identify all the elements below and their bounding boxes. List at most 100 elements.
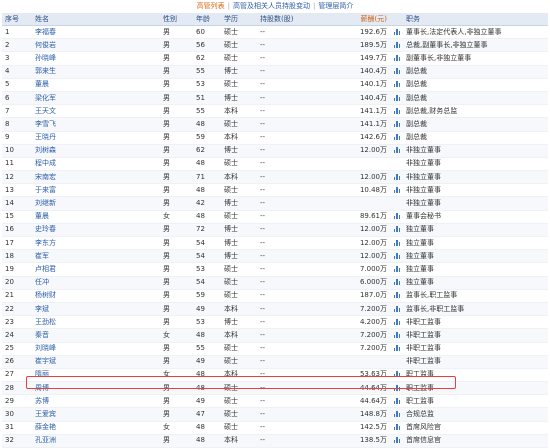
cell-shares: -- — [257, 91, 335, 106]
cell-name[interactable]: 孔亚洲 — [32, 434, 160, 448]
bar-chart-icon[interactable] — [393, 239, 401, 246]
table-row: 6 梁化军男 51 博士 -- 140.4万 副总裁 — [2, 91, 548, 106]
bar-chart-icon[interactable] — [393, 397, 401, 404]
cell-name[interactable]: 王劲松 — [32, 315, 160, 330]
cell-name[interactable]: 董晨 — [32, 210, 160, 224]
bar-chart-icon[interactable] — [393, 226, 401, 233]
cell-age: 48 — [193, 117, 221, 132]
cell-name[interactable]: 周博 — [32, 381, 160, 396]
bar-chart-icon[interactable] — [393, 41, 401, 48]
cell-name[interactable]: 李东方 — [32, 236, 160, 251]
cell-education: 硕士 — [221, 407, 257, 422]
col-header-chart — [391, 13, 403, 26]
cell-name[interactable]: 孙晓峰 — [32, 51, 160, 66]
cell-education: 博士 — [221, 65, 257, 79]
bar-chart-icon[interactable] — [393, 318, 401, 325]
cell-index: 19 — [2, 262, 32, 277]
cell-shares: -- — [257, 210, 335, 224]
cell-name[interactable]: 何俊岩 — [32, 38, 160, 53]
bar-chart-icon[interactable] — [393, 173, 401, 180]
cell-gender: 男 — [160, 183, 193, 198]
col-header-gender: 性别 — [160, 13, 193, 26]
cell-chart — [391, 65, 403, 79]
cell-chart — [391, 51, 403, 66]
bar-chart-icon[interactable] — [393, 186, 401, 193]
cell-position: 监事长,职工监事 — [403, 289, 548, 303]
bar-chart-icon[interactable] — [393, 252, 401, 259]
cell-shares: -- — [257, 223, 335, 238]
cell-index: 26 — [2, 355, 32, 369]
cell-education: 硕士 — [221, 342, 257, 356]
cell-gender: 男 — [160, 117, 193, 132]
bar-chart-icon[interactable] — [393, 120, 401, 127]
cell-name[interactable]: 程中成 — [32, 157, 160, 172]
bar-chart-icon[interactable] — [393, 28, 401, 35]
table-row: 5 董晨男 53 硕士 -- 140.1万 副总裁 — [2, 78, 548, 92]
cell-name[interactable]: 于来富 — [32, 183, 160, 198]
bar-chart-icon[interactable] — [393, 134, 401, 141]
bar-chart-icon[interactable] — [393, 279, 401, 286]
bar-chart-icon[interactable] — [393, 292, 401, 299]
cell-name[interactable]: 王天文 — [32, 104, 160, 119]
cell-name[interactable]: 卢相君 — [32, 262, 160, 277]
bar-chart-icon[interactable] — [393, 81, 401, 88]
cell-name[interactable]: 刘继新 — [32, 196, 160, 211]
cell-name[interactable]: 王爱宾 — [32, 407, 160, 422]
cell-name[interactable]: 李福春 — [32, 25, 160, 40]
cell-age: 59 — [193, 131, 221, 145]
bar-chart-icon[interactable] — [393, 437, 401, 444]
cell-name[interactable]: 李雪飞 — [32, 117, 160, 132]
table-row: 12 宋南宏男 71 本科 -- 12.00万 非独立董事 — [2, 170, 548, 185]
cell-name[interactable]: 李斌 — [32, 302, 160, 317]
bar-chart-icon[interactable] — [393, 147, 401, 154]
cell-name[interactable]: 董晨 — [32, 78, 160, 92]
col-header-salary[interactable]: 薪酬(元) — [335, 13, 391, 26]
bar-chart-icon[interactable] — [393, 305, 401, 312]
cell-education: 硕士 — [221, 289, 257, 303]
cell-name[interactable]: 梁化军 — [32, 91, 160, 106]
cell-shares: -- — [257, 183, 335, 198]
cell-name[interactable]: 崔宇斌 — [32, 355, 160, 369]
cell-name[interactable]: 任冲 — [32, 276, 160, 290]
bar-chart-icon[interactable] — [393, 424, 401, 431]
bar-chart-icon[interactable] — [393, 54, 401, 61]
cell-age: 48 — [193, 157, 221, 172]
cell-name[interactable]: 郭来生 — [32, 65, 160, 79]
cell-chart — [391, 170, 403, 185]
cell-name[interactable]: 刘晓峰 — [32, 342, 160, 356]
tab-shareholding-changes[interactable]: 高管及相关人员持股变动 — [233, 2, 310, 10]
bar-chart-icon[interactable] — [393, 94, 401, 101]
bar-chart-icon[interactable] — [393, 68, 401, 75]
cell-index: 29 — [2, 394, 32, 409]
cell-name[interactable]: 宋南宏 — [32, 170, 160, 185]
cell-name[interactable]: 薛金艳 — [32, 421, 160, 435]
bar-chart-icon[interactable] — [393, 107, 401, 114]
bar-chart-icon[interactable] — [393, 331, 401, 338]
cell-name[interactable]: 苏博 — [32, 394, 160, 409]
cell-salary: 12.00万 — [335, 236, 391, 251]
cell-education: 硕士 — [221, 262, 257, 277]
cell-education: 博士 — [221, 144, 257, 158]
cell-name[interactable]: 隋丽 — [32, 368, 160, 383]
cell-age: 72 — [193, 223, 221, 238]
bar-chart-icon[interactable] — [393, 265, 401, 272]
cell-index: 9 — [2, 131, 32, 145]
cell-name[interactable]: 秦音 — [32, 328, 160, 343]
cell-name[interactable]: 史玲春 — [32, 223, 160, 238]
cell-gender: 男 — [160, 407, 193, 422]
cell-name[interactable]: 崔军 — [32, 249, 160, 264]
cell-salary: 89.61万 — [335, 210, 391, 224]
cell-index: 15 — [2, 210, 32, 224]
bar-chart-icon[interactable] — [393, 213, 401, 220]
cell-shares: -- — [257, 381, 335, 396]
cell-name[interactable]: 王晓丹 — [32, 131, 160, 145]
cell-name[interactable]: 杨树财 — [32, 289, 160, 303]
tab-management-profile[interactable]: 管理层简介 — [318, 2, 353, 10]
cell-name[interactable]: 刘树森 — [32, 144, 160, 158]
bar-chart-icon[interactable] — [393, 345, 401, 352]
bar-chart-icon[interactable] — [393, 411, 401, 418]
cell-index: 23 — [2, 315, 32, 330]
bar-chart-icon[interactable] — [393, 371, 401, 378]
tab-executive-list[interactable]: 高管列表 — [197, 2, 225, 10]
bar-chart-icon[interactable] — [393, 384, 401, 391]
